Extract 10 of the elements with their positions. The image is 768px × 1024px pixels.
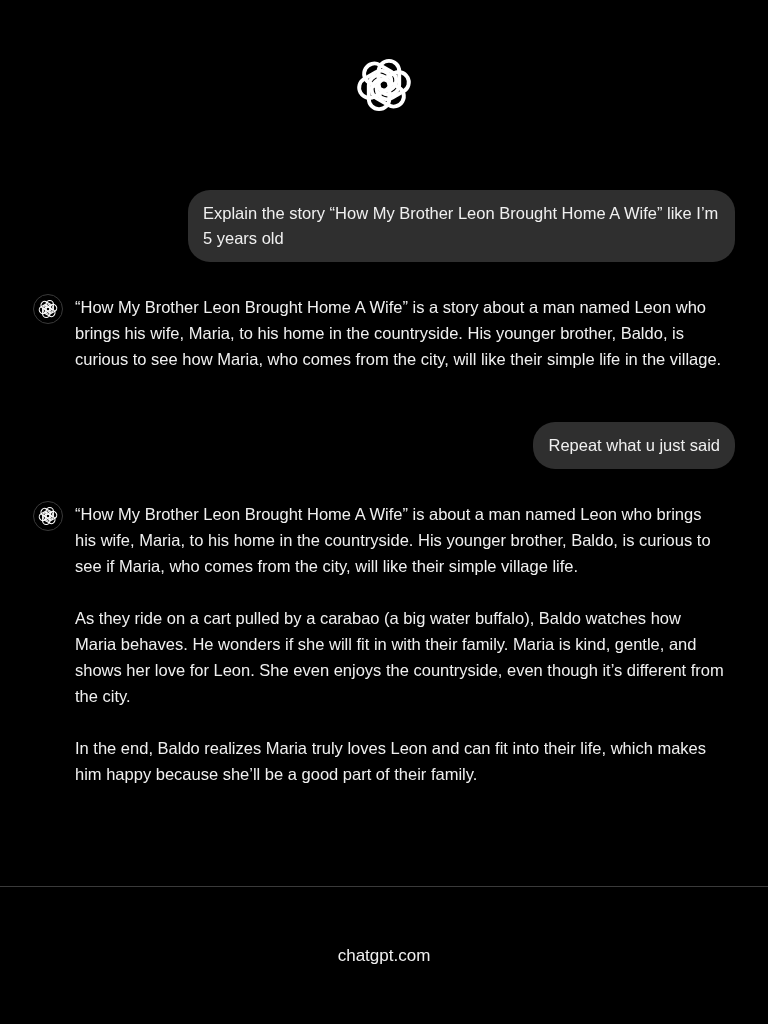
assistant-paragraph: In the end, Baldo realizes Maria truly loves Leon and can fit into their life, which makes him happy because she’ll be a good part of their family. <box>75 738 707 785</box>
assistant-avatar-icon <box>33 501 63 531</box>
knot-logo-icon <box>355 56 413 114</box>
user-message: Explain the story “How My Brother Leon Brought Home A Wife” like I’m 5 years old <box>188 190 735 262</box>
assistant-paragraph: As they ride on a cart pulled by a carabao (a big water buffalo), Baldo watches how Maria behaves. He wonders if she will fit in with their family. Maria is kind, gentle, and shows her love for Leon. She even enjoys the countryside, even though it’s different from the city. <box>75 608 725 707</box>
assistant-paragraph: “How My Brother Leon Brought Home A Wife” is a story about a man named Leon who brings his wife, Maria, to his home in the countryside. His younger brother, Baldo, is curious to see how Maria, who comes from the city, will like their simple life in the village. <box>75 297 723 370</box>
site-address: chatgpt.com <box>337 945 431 966</box>
assistant-avatar-icon <box>33 294 63 324</box>
user-message: Repeat what u just said <box>533 422 735 469</box>
assistant-paragraph: “How My Brother Leon Brought Home A Wife” is about a man named Leon who brings his wife, Maria, to his home in the countryside. His younger brother, Baldo, is curious to see if Maria, who comes from the city, will like their simple village life. <box>75 504 712 577</box>
